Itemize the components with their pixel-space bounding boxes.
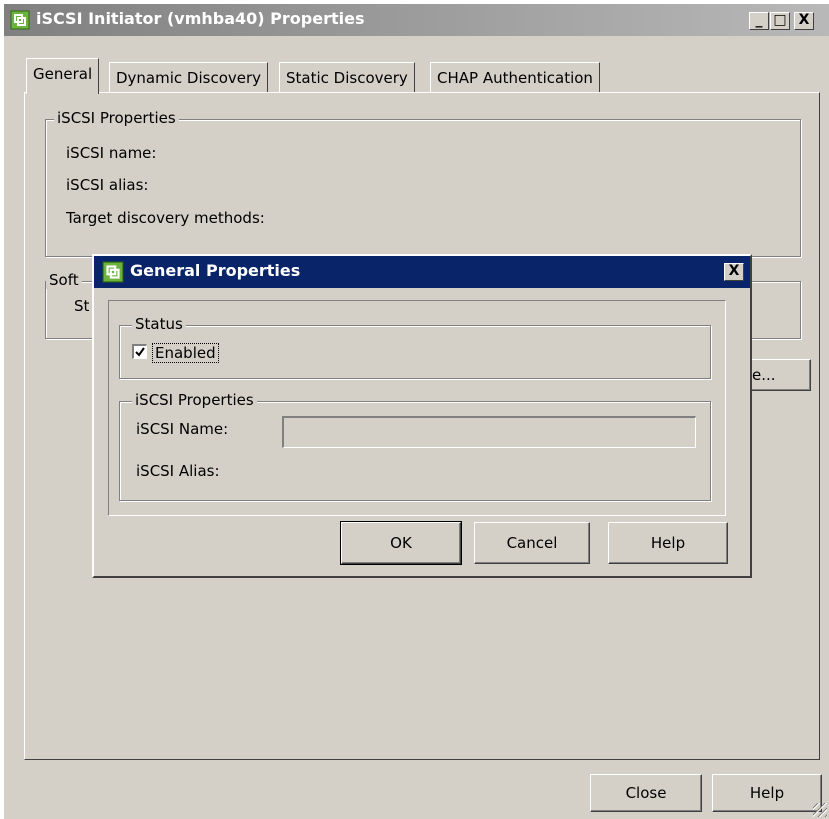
dialog-titlebar[interactable]: General Properties X [94, 256, 750, 288]
dialog-iscsi-properties-group: iSCSI Properties iSCSI Name: iSCSI Alias… [119, 391, 711, 501]
target-discovery-methods-label: Target discovery methods: [66, 209, 265, 227]
dialog-iscsi-alias-label: iSCSI Alias: [136, 462, 220, 480]
minimize-button[interactable]: _ [749, 12, 769, 30]
close-window-button[interactable]: X [794, 12, 814, 30]
dialog-iscsi-properties-label: iSCSI Properties [132, 391, 257, 409]
resize-grip[interactable] [813, 803, 827, 817]
tab-static-discovery[interactable]: Static Discovery [279, 62, 415, 92]
checkmark-icon [135, 347, 145, 357]
general-properties-dialog: General Properties X Status Enabled iSCS… [92, 254, 752, 578]
dialog-body: Status Enabled iSCSI Properties iSCSI Na… [108, 300, 726, 516]
iscsi-alias-label: iSCSI alias: [66, 176, 149, 194]
enabled-label[interactable]: Enabled [152, 343, 219, 363]
iscsi-name-field[interactable] [282, 416, 696, 448]
window-titlebar[interactable]: iSCSI Initiator (vmhba40) Properties _ □… [4, 4, 829, 36]
dialog-close-button[interactable]: X [724, 263, 744, 281]
tab-dynamic-discovery[interactable]: Dynamic Discovery [109, 62, 269, 92]
ok-button[interactable]: OK [340, 521, 462, 565]
cancel-button[interactable]: Cancel [474, 522, 590, 564]
iscsi-properties-group: iSCSI Properties iSCSI name: iSCSI alias… [45, 109, 801, 257]
dialog-title: General Properties [130, 261, 301, 280]
maximize-button[interactable]: □ [770, 12, 790, 30]
window-title: iSCSI Initiator (vmhba40) Properties [36, 9, 365, 28]
iscsi-name-label: iSCSI name: [66, 144, 157, 162]
iscsi-properties-group-label: iSCSI Properties [54, 109, 179, 127]
help-button[interactable]: Help [712, 774, 822, 812]
dialog-help-button[interactable]: Help [608, 522, 728, 564]
close-button[interactable]: Close [590, 774, 702, 812]
tab-chap-authentication[interactable]: CHAP Authentication [430, 62, 600, 92]
vmware-icon [102, 261, 124, 287]
enabled-checkbox[interactable] [132, 344, 147, 359]
status-group: Status Enabled [119, 315, 711, 379]
vmware-icon [10, 10, 30, 34]
dialog-iscsi-name-label: iSCSI Name: [136, 420, 229, 438]
software-group-label: Soft [46, 271, 82, 289]
software-status-label: St [74, 297, 90, 315]
configure-button[interactable]: e... [747, 359, 811, 391]
status-group-label: Status [132, 315, 186, 333]
tab-general[interactable]: General [26, 58, 100, 94]
